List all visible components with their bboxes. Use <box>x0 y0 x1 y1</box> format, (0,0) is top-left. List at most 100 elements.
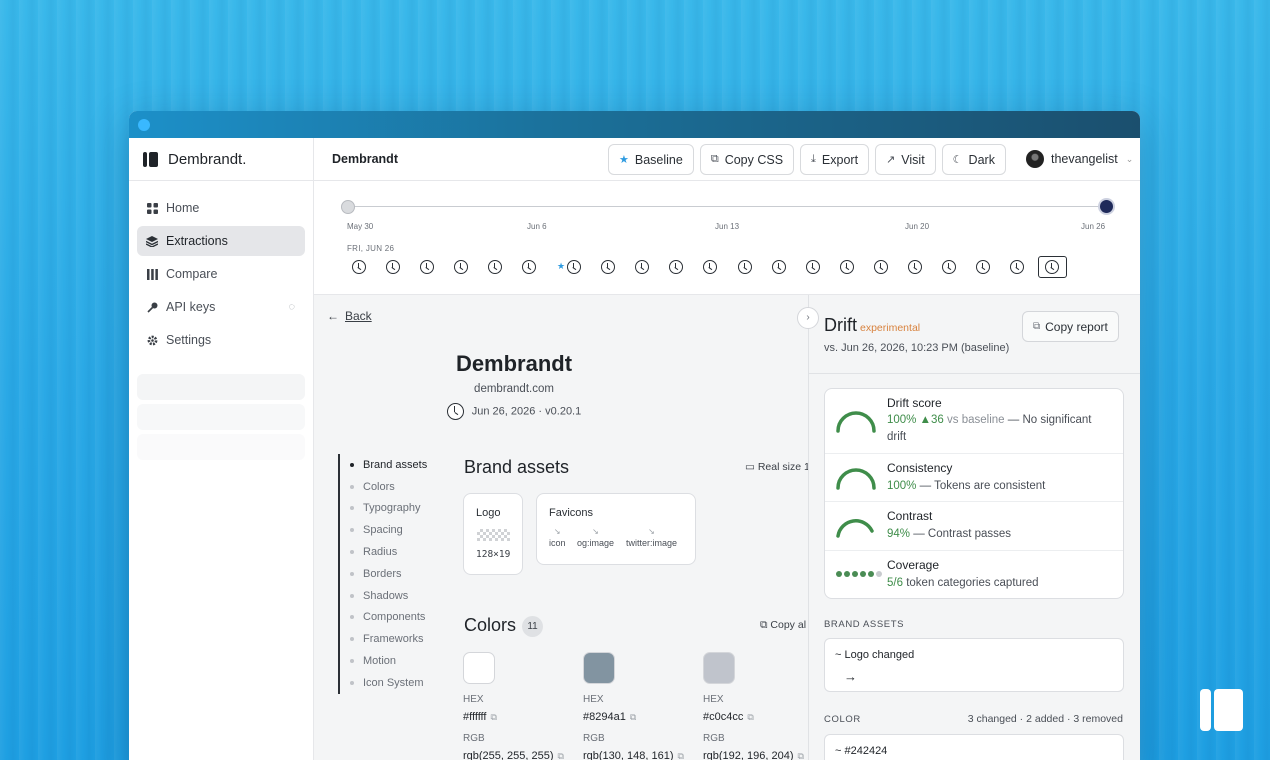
snapshot-clock-icon[interactable] <box>420 260 434 274</box>
score-row-drift: Drift score 100% ▲36 vs baseline — No si… <box>825 389 1123 454</box>
username: thevangelist <box>1051 152 1118 166</box>
timeline-start-handle[interactable] <box>341 200 355 214</box>
dark-mode-button[interactable]: ☾ Dark <box>941 144 1006 175</box>
rgb-value[interactable]: rgb(255, 255, 255) ⧉ <box>463 750 573 760</box>
brand[interactable]: Dembrandt. <box>129 138 313 181</box>
toc-label: Icon System <box>363 676 424 689</box>
snapshot-clock-icon[interactable] <box>942 260 956 274</box>
sidebar-item-compare[interactable]: Compare <box>137 259 305 289</box>
timeline-track[interactable] <box>348 206 1106 207</box>
timeline-label: Jun 26 <box>1081 222 1106 231</box>
snapshot-clock-icon[interactable] <box>703 260 717 274</box>
copy-css-button[interactable]: ⧉ Copy CSS <box>699 144 795 175</box>
snapshot-clock-icon[interactable] <box>738 260 752 274</box>
sidebar-item-api-keys[interactable]: API keys ◌ <box>137 292 305 322</box>
toc-item[interactable]: Components <box>350 607 427 629</box>
snapshot-clock-icon[interactable] <box>522 260 536 274</box>
site-meta-text: Jun 26, 2026 · v0.20.1 <box>471 405 582 418</box>
snapshot-clock-icon[interactable] <box>806 260 820 274</box>
toc-item[interactable]: Colors <box>350 476 427 498</box>
toc-label: Shadows <box>363 589 409 602</box>
layers-icon <box>146 235 158 247</box>
snapshot-clock-icon[interactable] <box>840 260 854 274</box>
copy-icon: ⧉ <box>490 712 497 722</box>
copy-all-button[interactable]: ⧉ Copy al <box>760 619 806 632</box>
toc-item[interactable]: Motion <box>350 650 427 672</box>
sidebar-item-home[interactable]: Home <box>137 193 305 223</box>
hex-value[interactable]: #c0c4cc ⧉ <box>703 711 808 733</box>
score-desc: 5/6 token categories captured <box>887 577 1039 589</box>
sidebar-placeholder <box>137 374 305 400</box>
real-size-toggle[interactable]: ▭ Real size 1: <box>745 461 808 473</box>
bullet-icon <box>350 528 354 533</box>
favicon-item[interactable]: ↘ icon <box>549 527 566 548</box>
snapshot-clock-icon[interactable] <box>669 260 683 274</box>
button-label: Export <box>821 152 859 167</box>
snapshot-clock-icon[interactable] <box>488 260 502 274</box>
snapshot-clock-icon[interactable] <box>352 260 366 274</box>
snapshot-clock-icon[interactable] <box>1010 260 1024 274</box>
toc-label: Frameworks <box>363 633 424 646</box>
snapshot-clock-icon[interactable] <box>874 260 888 274</box>
button-label: Visit <box>901 152 925 167</box>
window-dot[interactable] <box>138 119 150 131</box>
user-menu[interactable]: thevangelist ⌄ <box>1026 150 1133 168</box>
snapshot-clock-icon[interactable] <box>601 260 615 274</box>
drift-panel: Drift experimental vs. Jun 26, 2026, 10:2… <box>808 295 1140 760</box>
columns-icon <box>146 268 158 280</box>
favicon-item[interactable]: ↘ twitter:image <box>626 527 677 548</box>
snapshot-clock-icon[interactable] <box>454 260 468 274</box>
snapshot-clock-icon[interactable] <box>386 260 400 274</box>
collapse-panel-button[interactable]: › <box>797 307 819 329</box>
arrow-left-icon: ← <box>327 309 339 323</box>
toc-item[interactable]: Spacing <box>350 519 427 541</box>
hex-label: HEX <box>463 694 484 705</box>
hex-value[interactable]: #8294a1 ⧉ <box>583 711 693 733</box>
visit-button[interactable]: ↗ Visit <box>875 144 936 175</box>
snapshot-clock-icon[interactable] <box>976 260 990 274</box>
hex-value[interactable]: #ffffff ⧉ <box>463 711 573 733</box>
copy-icon: ⧉ <box>557 751 564 760</box>
bullet-icon <box>350 462 354 467</box>
toc-item[interactable]: Radius <box>350 541 427 563</box>
logo-card[interactable]: Logo 128×19 <box>463 493 523 575</box>
toc-item[interactable]: Icon System <box>350 672 427 694</box>
color-swatch[interactable] <box>463 652 495 684</box>
snapshot-clock-icon[interactable] <box>908 260 922 274</box>
rgb-value[interactable]: rgb(192, 196, 204) ⧉ <box>703 750 808 760</box>
timeline-label: May 30 <box>347 222 374 231</box>
snapshot-clock-icon[interactable] <box>635 260 649 274</box>
change-text: ~ Logo changed <box>835 649 915 661</box>
sidebar-item-settings[interactable]: Settings <box>137 325 305 355</box>
snapshot-clock-icon[interactable] <box>567 260 581 274</box>
export-button[interactable]: ⤓ Export <box>800 144 870 175</box>
toc-item[interactable]: Brand assets <box>350 454 427 476</box>
toc-item[interactable]: Shadows <box>350 585 427 607</box>
color-swatch[interactable] <box>583 652 615 684</box>
content-area: ← Back Dembrandt dembrandt.com Jun 26, 20… <box>314 295 1140 760</box>
copy-icon: ⧉ <box>797 751 804 760</box>
selected-snapshot[interactable] <box>1038 256 1067 278</box>
sidebar-item-label: Extractions <box>166 234 228 248</box>
color-change-card[interactable]: ~ #242424 <box>824 734 1124 760</box>
sidebar-item-extractions[interactable]: Extractions <box>137 226 305 256</box>
copy-report-button[interactable]: ⧉ Copy report <box>1022 311 1119 342</box>
toc-item[interactable]: Frameworks <box>350 628 427 650</box>
color-swatch[interactable] <box>703 652 735 684</box>
hex-label: HEX <box>583 694 604 705</box>
brand-change-card[interactable]: ~ Logo changed → <box>824 638 1124 692</box>
timeline-label: Jun 20 <box>905 222 930 231</box>
score-desc: 100% ▲36 vs baseline — No significant dr… <box>887 414 1092 443</box>
back-link[interactable]: ← Back <box>327 309 372 323</box>
favicon-item[interactable]: ↘ og:image <box>577 527 614 548</box>
real-size-label: Real size 1: <box>757 461 808 473</box>
timeline-end-handle[interactable] <box>1098 198 1115 215</box>
snapshot-clock-icon[interactable] <box>772 260 786 274</box>
moon-icon: ☾ <box>952 154 963 166</box>
toc-item[interactable]: Borders <box>350 563 427 585</box>
toc-item[interactable]: Typography <box>350 498 427 520</box>
site-title: Dembrandt <box>455 351 573 376</box>
broken-image-icon: ↘ <box>648 527 655 536</box>
rgb-value[interactable]: rgb(130, 148, 161) ⧉ <box>583 750 693 760</box>
baseline-button[interactable]: ★ Baseline <box>608 144 694 175</box>
